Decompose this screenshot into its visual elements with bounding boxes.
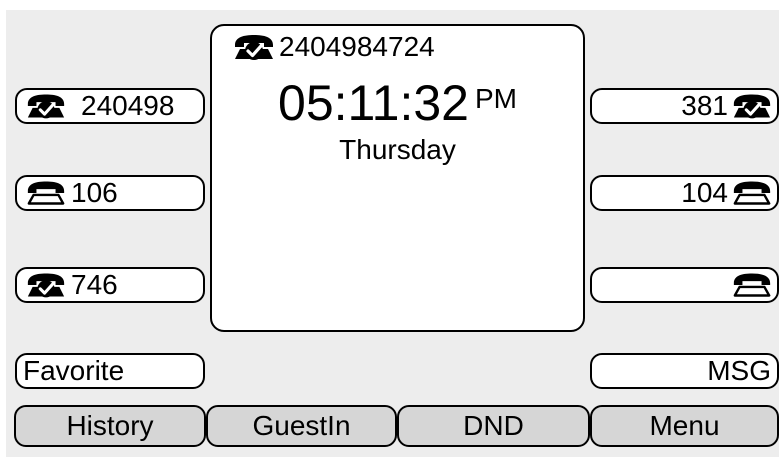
clock-time: 05:11:32 xyxy=(278,75,469,131)
phone-registered-icon xyxy=(25,271,67,299)
line-key-right-2[interactable]: 104 xyxy=(590,175,779,211)
softkey-history[interactable]: History xyxy=(14,405,206,447)
line-key-label: 381 xyxy=(681,90,728,121)
line-key-label: Favorite xyxy=(23,355,125,386)
weekday: Thursday xyxy=(339,134,456,165)
line-key-label: 746 xyxy=(71,269,118,300)
line-key-right-3[interactable] xyxy=(590,267,779,303)
clock: 05:11:32 PM xyxy=(212,74,583,132)
softkey-label: GuestIn xyxy=(252,410,351,441)
line-key-right-1[interactable]: 381 xyxy=(590,88,779,124)
line-key-left-3[interactable]: 746 xyxy=(15,267,205,303)
line-key-msg[interactable]: MSG xyxy=(590,353,779,389)
account-line: 2404984724 xyxy=(232,30,435,64)
softkey-guestin[interactable]: GuestIn xyxy=(206,405,397,447)
clock-ampm: PM xyxy=(474,83,517,114)
line-key-left-1[interactable]: 240498 xyxy=(15,88,205,124)
line-key-label: 106 xyxy=(71,177,118,208)
line-key-favorite[interactable]: Favorite xyxy=(15,353,205,389)
account-number: 2404984724 xyxy=(279,31,435,62)
softkey-bar: History GuestIn DND Menu xyxy=(14,405,779,449)
line-key-label: 240498 xyxy=(81,90,175,121)
line-key-left-2[interactable]: 106 xyxy=(15,175,205,211)
status-panel: 2404984724 05:11:32 PM Thursday xyxy=(210,24,585,332)
phone-registered-icon xyxy=(25,92,67,120)
softkey-label: DND xyxy=(463,410,524,441)
line-key-label: 104 xyxy=(681,177,728,208)
softkey-dnd[interactable]: DND xyxy=(397,405,590,447)
phone-registered-icon xyxy=(731,92,773,120)
phone-registered-icon xyxy=(232,33,276,61)
line-key-label: MSG xyxy=(707,355,771,386)
phone-idle-icon xyxy=(731,271,773,299)
softkey-label: History xyxy=(66,410,154,441)
softkey-label: Menu xyxy=(649,410,720,441)
softkey-menu[interactable]: Menu xyxy=(590,405,779,447)
phone-idle-icon xyxy=(25,179,67,207)
phone-idle-icon xyxy=(731,179,773,207)
